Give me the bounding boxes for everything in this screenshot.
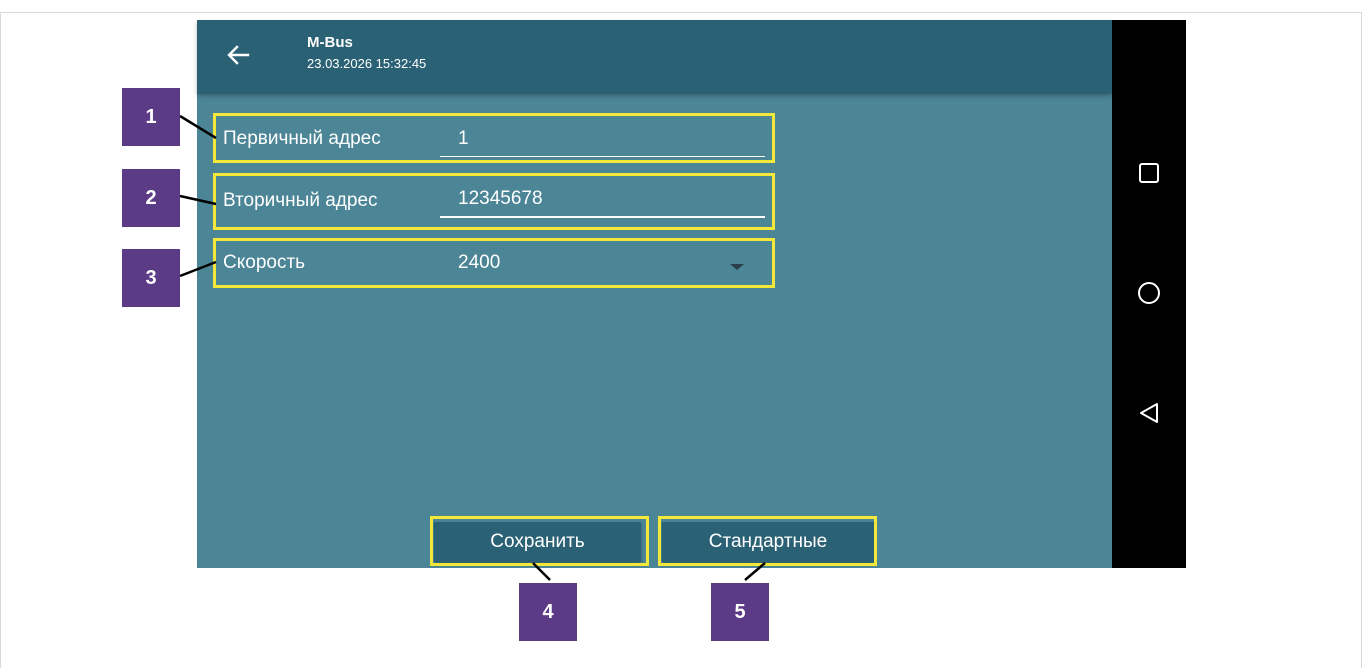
chevron-down-icon[interactable]: [730, 264, 744, 270]
primary-address-underline: [440, 156, 765, 157]
speed-select[interactable]: 2400: [458, 252, 500, 274]
speed-label: Скорость: [223, 252, 306, 273]
primary-address-input[interactable]: 1: [458, 128, 469, 150]
primary-address-label: Первичный адрес: [223, 128, 381, 149]
arrow-back-icon[interactable]: [223, 40, 253, 70]
app-screen: M-Bus 23.03.2026 15:32:45 Первичный адре…: [197, 20, 1112, 568]
callout-badge-3: 3: [122, 249, 180, 307]
secondary-address-label: Вторичный адрес: [223, 190, 378, 211]
save-button[interactable]: Сохранить: [434, 522, 641, 562]
secondary-address-row: Вторичный адрес 12345678: [197, 178, 797, 226]
primary-address-row: Первичный адрес 1: [197, 120, 797, 168]
android-nav-bar: [1112, 20, 1186, 568]
speed-row: Скорость 2400: [197, 244, 797, 292]
secondary-address-underline: [440, 216, 765, 218]
defaults-button[interactable]: Стандартные: [662, 522, 874, 562]
recents-square-icon[interactable]: [1136, 160, 1162, 186]
page-datetime: 23.03.2026 15:32:45: [307, 56, 427, 71]
app-bar: M-Bus 23.03.2026 15:32:45: [197, 20, 1112, 94]
page-title: M-Bus: [307, 34, 353, 51]
callout-badge-5: 5: [711, 583, 769, 641]
secondary-address-input[interactable]: 12345678: [458, 188, 543, 210]
back-triangle-icon[interactable]: [1136, 400, 1162, 426]
home-circle-icon[interactable]: [1136, 280, 1162, 306]
callout-badge-1: 1: [122, 88, 180, 146]
callout-badge-2: 2: [122, 169, 180, 227]
callout-badge-4: 4: [519, 583, 577, 641]
